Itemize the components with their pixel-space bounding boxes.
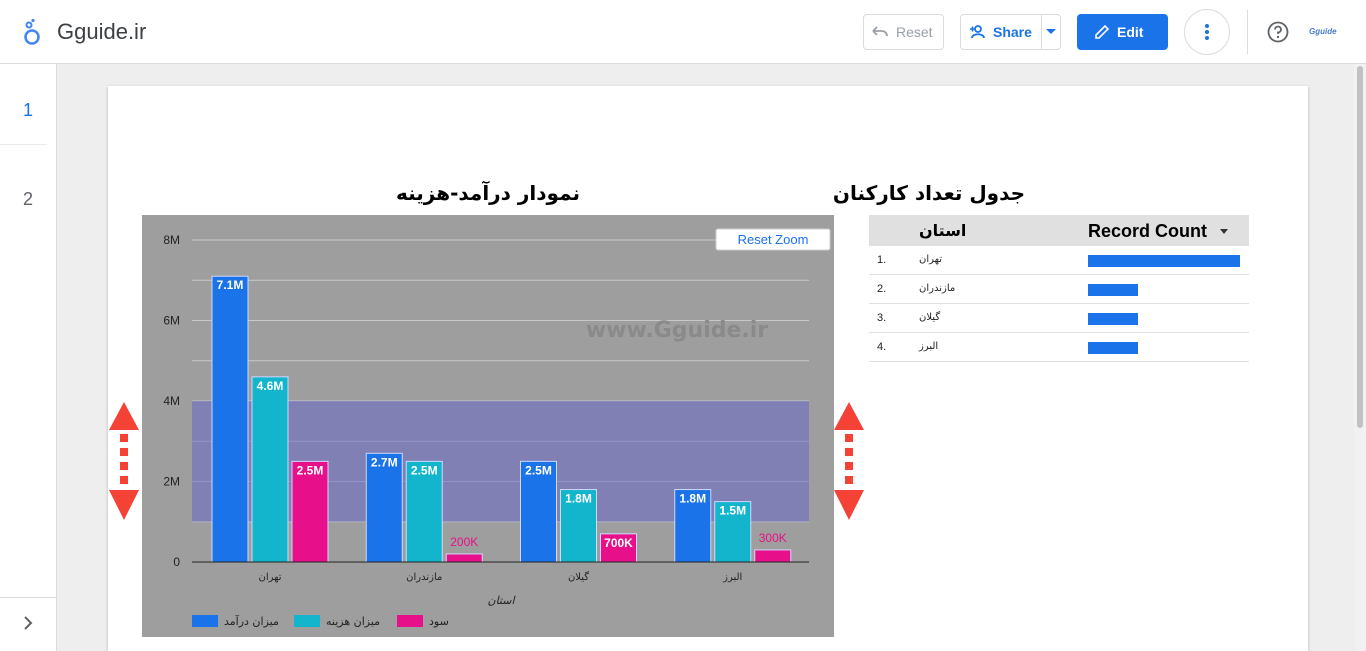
record-count-bar (1088, 342, 1138, 354)
sort-desc-icon[interactable] (1220, 229, 1228, 234)
top-bar: Gguide.ir Reset Share Edit Gguide (0, 0, 1366, 64)
bar-chart[interactable]: www.Gguide.ir 7.1M 4.6M 2.5M 2.7M 2.5M 200K 2.… (142, 215, 834, 637)
bar[interactable] (445, 553, 483, 563)
y-tick-label: 2M (163, 475, 180, 489)
data-label: 2.5M (297, 463, 324, 477)
row-state: تهران (919, 254, 943, 265)
bar[interactable] (754, 549, 792, 563)
employee-count-table: استان Record Count 1. تهران 2. مازندران 3. گی… (869, 215, 1249, 362)
y-tick-label: 4M (163, 394, 180, 408)
legend-label[interactable]: سود (429, 615, 449, 628)
more-vert-icon (1205, 24, 1209, 40)
scrollbar-thumb[interactable] (1357, 66, 1363, 428)
data-label: 200K (450, 535, 478, 549)
report-title[interactable]: Gguide.ir (57, 19, 146, 45)
data-label: 700K (604, 536, 633, 550)
bar[interactable] (211, 275, 249, 563)
row-state: مازندران (919, 283, 956, 294)
looker-studio-logo-icon[interactable] (22, 18, 42, 46)
record-count-bar (1088, 313, 1138, 325)
data-label: 1.5M (719, 504, 746, 518)
band-resize-handle-right[interactable] (834, 402, 864, 522)
share-dropdown-button[interactable] (1041, 14, 1061, 50)
table-header: استان Record Count (869, 215, 1249, 246)
reset-button[interactable]: Reset (863, 14, 944, 50)
page-item-2[interactable]: 2 (0, 189, 56, 210)
legend-swatch (192, 615, 218, 627)
band-resize-handle-left[interactable] (109, 402, 139, 522)
row-state: گیلان (919, 312, 941, 323)
bar[interactable] (365, 452, 403, 563)
legend-swatch (294, 615, 320, 627)
caret-down-icon (1046, 29, 1056, 34)
x-tick-label: مازندران (406, 572, 442, 583)
reset-zoom-button[interactable]: Reset Zoom (715, 228, 831, 251)
x-axis-title: استان (487, 594, 516, 607)
edit-label: Edit (1117, 24, 1144, 40)
vertical-scrollbar[interactable] (1354, 64, 1366, 651)
table-row[interactable]: 4. البرز (869, 333, 1249, 362)
column-header-state[interactable]: استان (919, 221, 966, 240)
row-state: البرز (919, 341, 939, 352)
record-count-bar (1088, 284, 1138, 296)
toolbar-divider (1247, 10, 1248, 54)
data-label: 300K (759, 531, 787, 545)
help-icon[interactable] (1266, 20, 1290, 44)
share-label: Share (993, 24, 1032, 40)
chart-watermark: www.Gguide.ir (586, 318, 768, 343)
data-label: 7.1M (217, 278, 244, 292)
row-index: 1. (877, 254, 887, 266)
data-label: 2.7M (371, 455, 398, 469)
reset-label: Reset (896, 24, 933, 40)
share-button[interactable]: Share (960, 14, 1042, 50)
column-header-record-count[interactable]: Record Count (1088, 221, 1207, 242)
svg-text:Reset Zoom: Reset Zoom (738, 232, 809, 247)
edit-button[interactable]: Edit (1077, 14, 1168, 50)
data-label: 4.6M (257, 379, 284, 393)
table-row[interactable]: 2. مازندران (869, 275, 1249, 304)
data-label: 1.8M (679, 492, 706, 506)
x-tick-label: تهران (258, 572, 281, 583)
row-index: 3. (877, 312, 887, 324)
table-title: جدول تعداد کارکنان (832, 181, 1026, 205)
pencil-icon (1095, 25, 1109, 39)
legend-label[interactable]: میزان درآمد (224, 614, 279, 628)
chevron-right-icon[interactable] (20, 615, 36, 631)
x-tick-label: گیلان (568, 571, 589, 583)
brand-logo: Gguide (1309, 27, 1337, 36)
legend-swatch (397, 615, 423, 627)
page-separator (0, 144, 47, 145)
more-options-button[interactable] (1184, 9, 1230, 55)
row-index: 2. (877, 283, 887, 295)
page-item-1[interactable]: 1 (0, 100, 56, 121)
nav-separator (0, 597, 56, 598)
record-count-bar (1088, 255, 1240, 267)
table-title-wrap: جدول تعداد کارکنان (833, 181, 1366, 205)
table-row[interactable]: 3. گیلان (869, 304, 1249, 333)
page-navigation: 1 2 (0, 64, 57, 651)
add-person-icon (970, 25, 985, 39)
data-label: 2.5M (525, 463, 552, 477)
y-tick-label: 0 (173, 555, 180, 569)
row-index: 4. (877, 341, 887, 353)
y-tick-label: 6M (163, 314, 180, 328)
y-tick-label: 8M (163, 233, 180, 247)
x-tick-label: البرز (722, 572, 742, 583)
legend-label[interactable]: میزان هزینه (326, 615, 380, 628)
table-row[interactable]: 1. تهران (869, 246, 1249, 275)
undo-icon (872, 26, 888, 37)
data-label: 2.5M (411, 463, 438, 477)
bar[interactable] (251, 376, 289, 563)
data-label: 1.8M (565, 492, 592, 506)
